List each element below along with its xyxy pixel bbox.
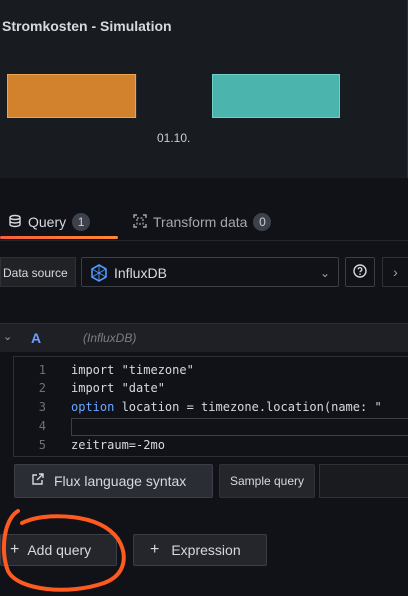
- add-query-button[interactable]: + Add query: [0, 534, 117, 566]
- chart-bar: [212, 74, 340, 118]
- help-button[interactable]: [345, 257, 375, 287]
- add-query-label: Add query: [27, 542, 92, 558]
- data-source-name: InfluxDB: [114, 265, 167, 281]
- line-number: 2: [38, 381, 46, 395]
- chart-gridline: [136, 74, 137, 118]
- code-editor[interactable]: 1 import "timezone" 2 import "date" 3 op…: [13, 356, 408, 457]
- tab-query[interactable]: Query 1: [8, 213, 91, 231]
- plus-icon: +: [10, 541, 20, 558]
- code-keyword: option: [71, 400, 115, 414]
- current-line-highlight[interactable]: [71, 418, 408, 436]
- chart-bar: [7, 74, 136, 118]
- code-line[interactable]: import "timezone": [71, 363, 194, 377]
- line-number: 4: [38, 419, 46, 433]
- question-icon: [353, 263, 367, 281]
- data-source-label: Data source: [0, 257, 76, 287]
- code-line[interactable]: zeitraum=-2mo: [71, 438, 165, 452]
- query-row-header[interactable]: ⌄ A (InfluxDB): [0, 323, 408, 352]
- database-icon: [8, 214, 22, 231]
- expression-label: Expression: [171, 542, 241, 558]
- tab-transform-data[interactable]: Transform data 0: [133, 213, 272, 231]
- chevron-right-icon: ›: [393, 264, 398, 280]
- external-link-icon: [31, 473, 44, 489]
- line-number: 5: [38, 438, 46, 452]
- flux-syntax-link-button[interactable]: Flux language syntax: [14, 464, 213, 498]
- code-line[interactable]: import "date": [71, 381, 165, 395]
- transform-count-badge: 0: [253, 213, 272, 231]
- data-source-picker[interactable]: InfluxDB ⌄: [81, 257, 339, 287]
- code-text: location = timezone.location(name: ": [114, 400, 382, 414]
- code-line[interactable]: option location = timezone.location(name…: [71, 400, 382, 414]
- chevron-down-icon: ⌄: [319, 266, 330, 280]
- influxdb-logo-icon: [90, 264, 108, 285]
- active-tab-indicator: [0, 236, 118, 239]
- collapse-chevron-icon[interactable]: ⌄: [3, 330, 12, 343]
- tab-query-label: Query: [28, 214, 67, 230]
- plus-icon: +: [150, 541, 160, 558]
- query-count-badge: 1: [72, 213, 91, 231]
- line-number: 1: [38, 363, 46, 377]
- transform-icon: [133, 213, 147, 231]
- tab-transform-label: Transform data: [153, 214, 248, 230]
- query-ref-id[interactable]: A: [31, 330, 41, 346]
- x-axis-tick-label: 01.10.: [157, 131, 191, 145]
- expand-options-button[interactable]: ›: [382, 257, 408, 287]
- query-tabs: Query 1 Transform data 0: [0, 178, 408, 241]
- query-datasource-name: (InfluxDB): [83, 331, 137, 345]
- sample-query-label: Sample query: [219, 464, 315, 498]
- sample-query-select[interactable]: [319, 464, 408, 498]
- expression-button[interactable]: + Expression: [133, 534, 267, 566]
- line-number: 3: [38, 400, 46, 414]
- panel-title: Stromkosten - Simulation: [2, 18, 172, 34]
- flux-syntax-label: Flux language syntax: [54, 473, 187, 489]
